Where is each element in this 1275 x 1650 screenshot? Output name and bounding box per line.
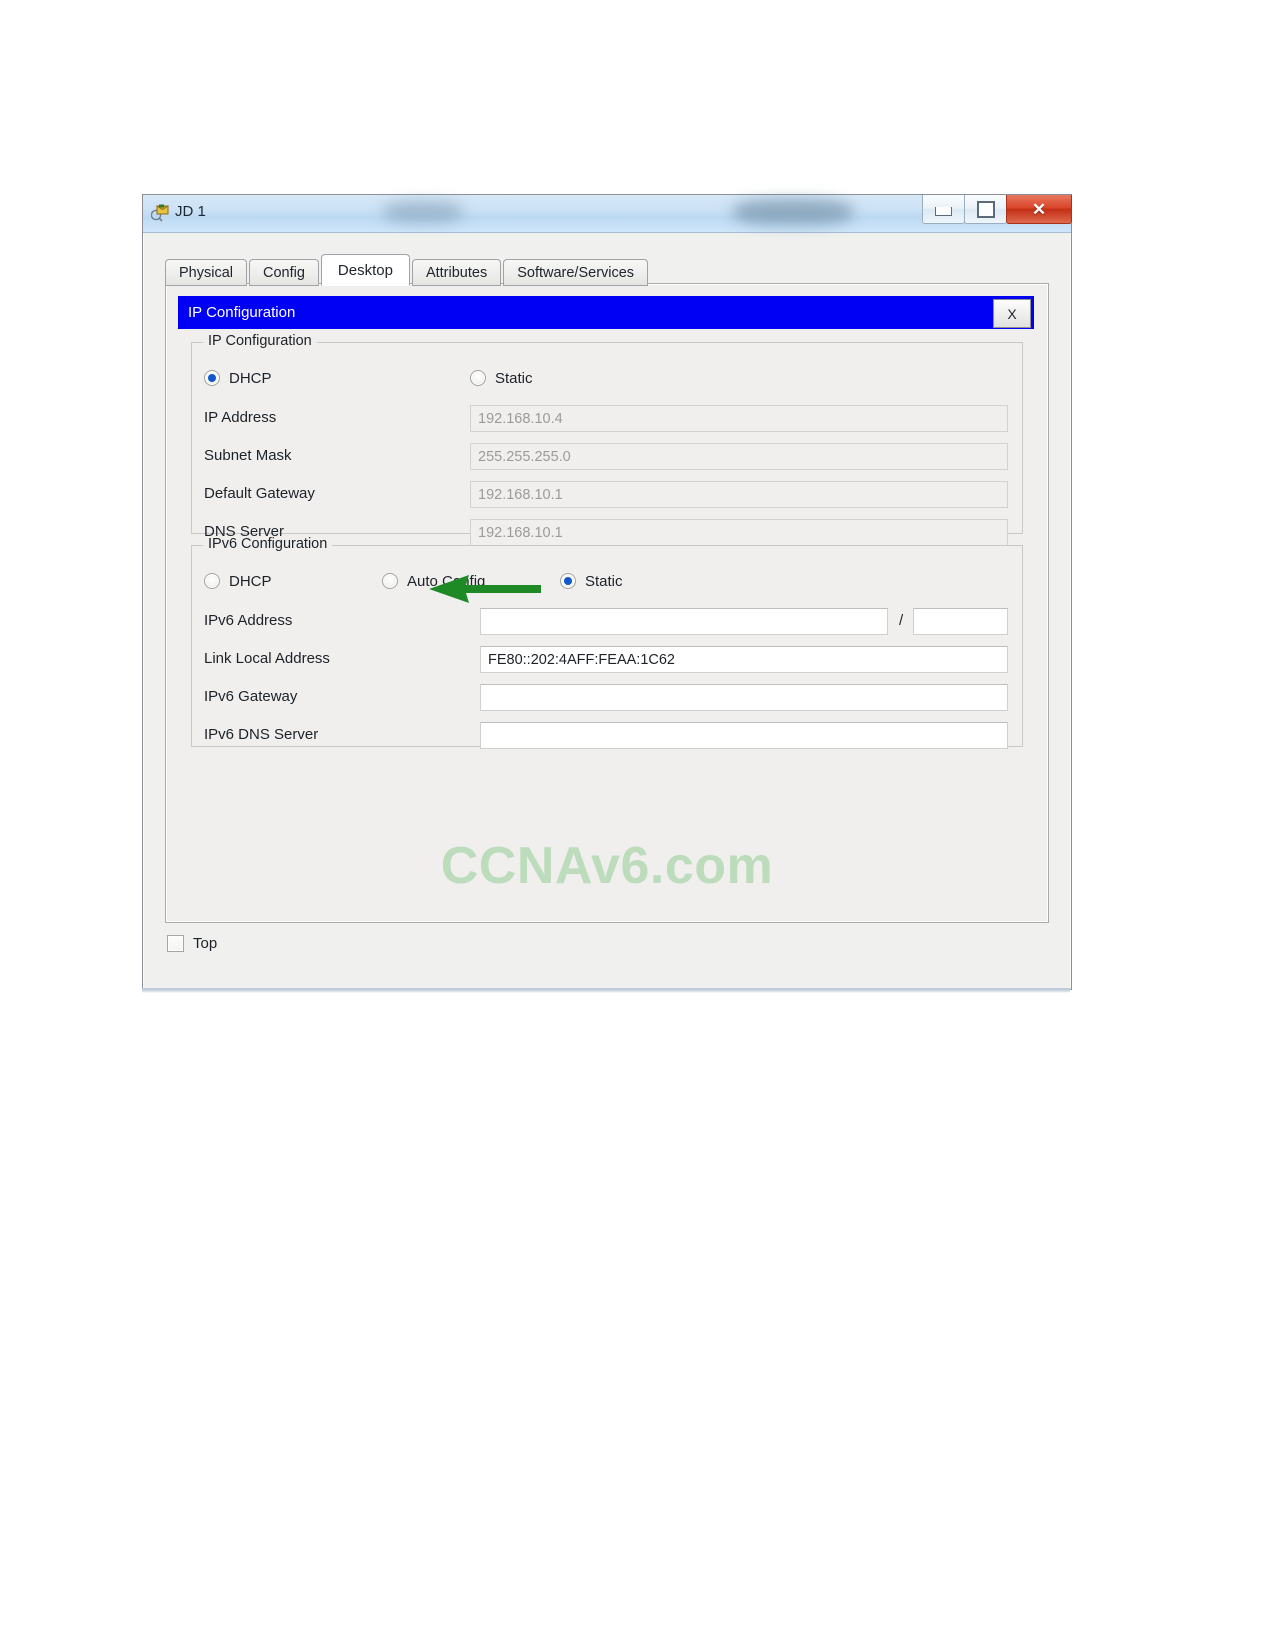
packet-tracer-device-icon [151,204,170,222]
tab-desktop-label: Desktop [337,261,393,279]
maximize-icon [976,200,995,218]
site-watermark: CCNAv6.com [440,837,774,895]
top-checkbox[interactable] [167,935,184,952]
device-window: JD 1 ✕ Physical Config Desktop Attribute… [142,194,1072,990]
ipv6-gateway-label: IPv6 Gateway [204,688,298,705]
dialog-close-label: X [1007,305,1017,322]
minimize-button[interactable] [922,195,965,224]
ip-configuration-dialog-title: IP Configuration [188,304,296,321]
ipv4-dns-server-input[interactable]: 192.168.10.1 [470,519,1008,546]
ipv4-radio-static-label: Static [495,369,533,387]
ipv4-ip-address-label: IP Address [204,409,277,426]
maximize-button[interactable] [964,195,1007,224]
ipv6-radio-static-label: Static [585,572,623,590]
always-on-top-row: Top [167,935,217,952]
ipv4-field-subnet-mask: Subnet Mask 255.255.255.0 [192,443,1022,471]
tab-attributes-label: Attributes [425,264,488,281]
ipv6-field-address: IPv6 Address / [192,608,1022,636]
tab-physical[interactable]: Physical [165,259,247,286]
ipv4-subnet-mask-input[interactable]: 255.255.255.0 [470,443,1008,470]
ipv4-field-default-gateway: Default Gateway 192.168.10.1 [192,481,1022,509]
ipv6-prefix-length-input[interactable] [913,608,1008,635]
tab-desktop[interactable]: Desktop [320,254,410,286]
ipv4-configuration-group: IP Configuration DHCP Static IP Address [191,333,1023,546]
ipv4-field-ip-address: IP Address 192.168.10.4 [192,405,1022,433]
ipv6-link-local-address-input[interactable]: FE80::202:4AFF:FEAA:1C62 [480,646,1008,673]
ipv6-prefix-separator: / [899,612,904,629]
ipv6-mode-radio-row: DHCP Auto Config Static [192,570,1022,592]
ipv4-radio-dhcp-label: DHCP [229,369,272,387]
tab-config[interactable]: Config [249,259,319,286]
ipv4-mode-radio-row: DHCP Static [192,367,1022,389]
radio-dot-icon [470,370,486,386]
window-titlebar: JD 1 ✕ [143,195,1072,233]
ipv4-default-gateway-label: Default Gateway [204,485,315,502]
ipv4-dns-server-value: 192.168.10.1 [478,524,563,541]
radio-dot-icon [382,573,398,589]
ipv6-radio-dhcp-label: DHCP [229,572,272,590]
top-checkbox-label: Top [193,935,218,952]
window-bottom-shadow [142,988,1070,993]
ipv6-address-input[interactable] [480,608,888,635]
tab-config-label: Config [263,264,305,281]
radio-dot-icon [204,370,220,386]
ipv6-field-link-local-address: Link Local Address FE80::202:4AFF:FEAA:1… [192,646,1022,674]
ip-configuration-dialog: IP Configuration X IP Configuration DHCP [178,296,1034,812]
tab-attributes[interactable]: Attributes [411,259,502,286]
desktop-tab-panel: IP Configuration X IP Configuration DHCP [165,283,1049,923]
ipv6-dns-server-label: IPv6 DNS Server [204,726,319,743]
ipv6-link-local-address-value: FE80::202:4AFF:FEAA:1C62 [488,651,675,668]
tab-software-services[interactable]: Software/Services [503,259,649,286]
ipv4-subnet-mask-label: Subnet Mask [204,447,292,464]
ipv6-field-gateway: IPv6 Gateway [192,684,1022,712]
ipv6-field-dns-server: IPv6 DNS Server [192,722,1022,750]
tab-software-services-label: Software/Services [517,264,635,281]
ipv4-group-legend: IP Configuration [203,333,317,349]
ipv6-radio-static[interactable]: Static [560,570,623,592]
ipv4-radio-dhcp[interactable]: DHCP [204,367,272,389]
ipv4-default-gateway-input[interactable]: 192.168.10.1 [470,481,1008,508]
close-window-button[interactable]: ✕ [1006,195,1072,224]
window-title: JD 1 [175,203,206,220]
minimize-icon [935,207,952,216]
ipv6-radio-dhcp[interactable]: DHCP [204,570,272,592]
ip-configuration-close-button[interactable]: X [993,299,1031,328]
tab-physical-label: Physical [179,264,233,281]
radio-dot-icon [204,573,220,589]
ipv4-ip-address-input[interactable]: 192.168.10.4 [470,405,1008,432]
ipv6-link-local-address-label: Link Local Address [204,650,330,667]
ipv6-group-legend: IPv6 Configuration [203,536,333,552]
radio-dot-icon [560,573,576,589]
ip-configuration-dialog-titlebar: IP Configuration X [178,296,1034,329]
screenshot-root: JD 1 ✕ Physical Config Desktop Attribute… [0,0,1275,1650]
green-left-arrow-icon [429,575,541,603]
ipv6-address-label: IPv6 Address [204,612,293,629]
ipv6-dns-server-input[interactable] [480,722,1008,749]
window-controls: ✕ [922,195,1072,227]
close-icon: ✕ [1031,199,1047,219]
ipv4-radio-static[interactable]: Static [470,367,533,389]
ipv6-configuration-group: IPv6 Configuration DHCP Auto Config Stat… [191,536,1023,750]
ipv4-ip-address-value: 192.168.10.4 [478,410,563,427]
ipv4-subnet-mask-value: 255.255.255.0 [478,448,571,465]
tab-strip: Physical Config Desktop Attributes Softw… [165,254,650,286]
ipv4-default-gateway-value: 192.168.10.1 [478,486,563,503]
ipv6-gateway-input[interactable] [480,684,1008,711]
titlebar-blurred-text [373,197,893,229]
